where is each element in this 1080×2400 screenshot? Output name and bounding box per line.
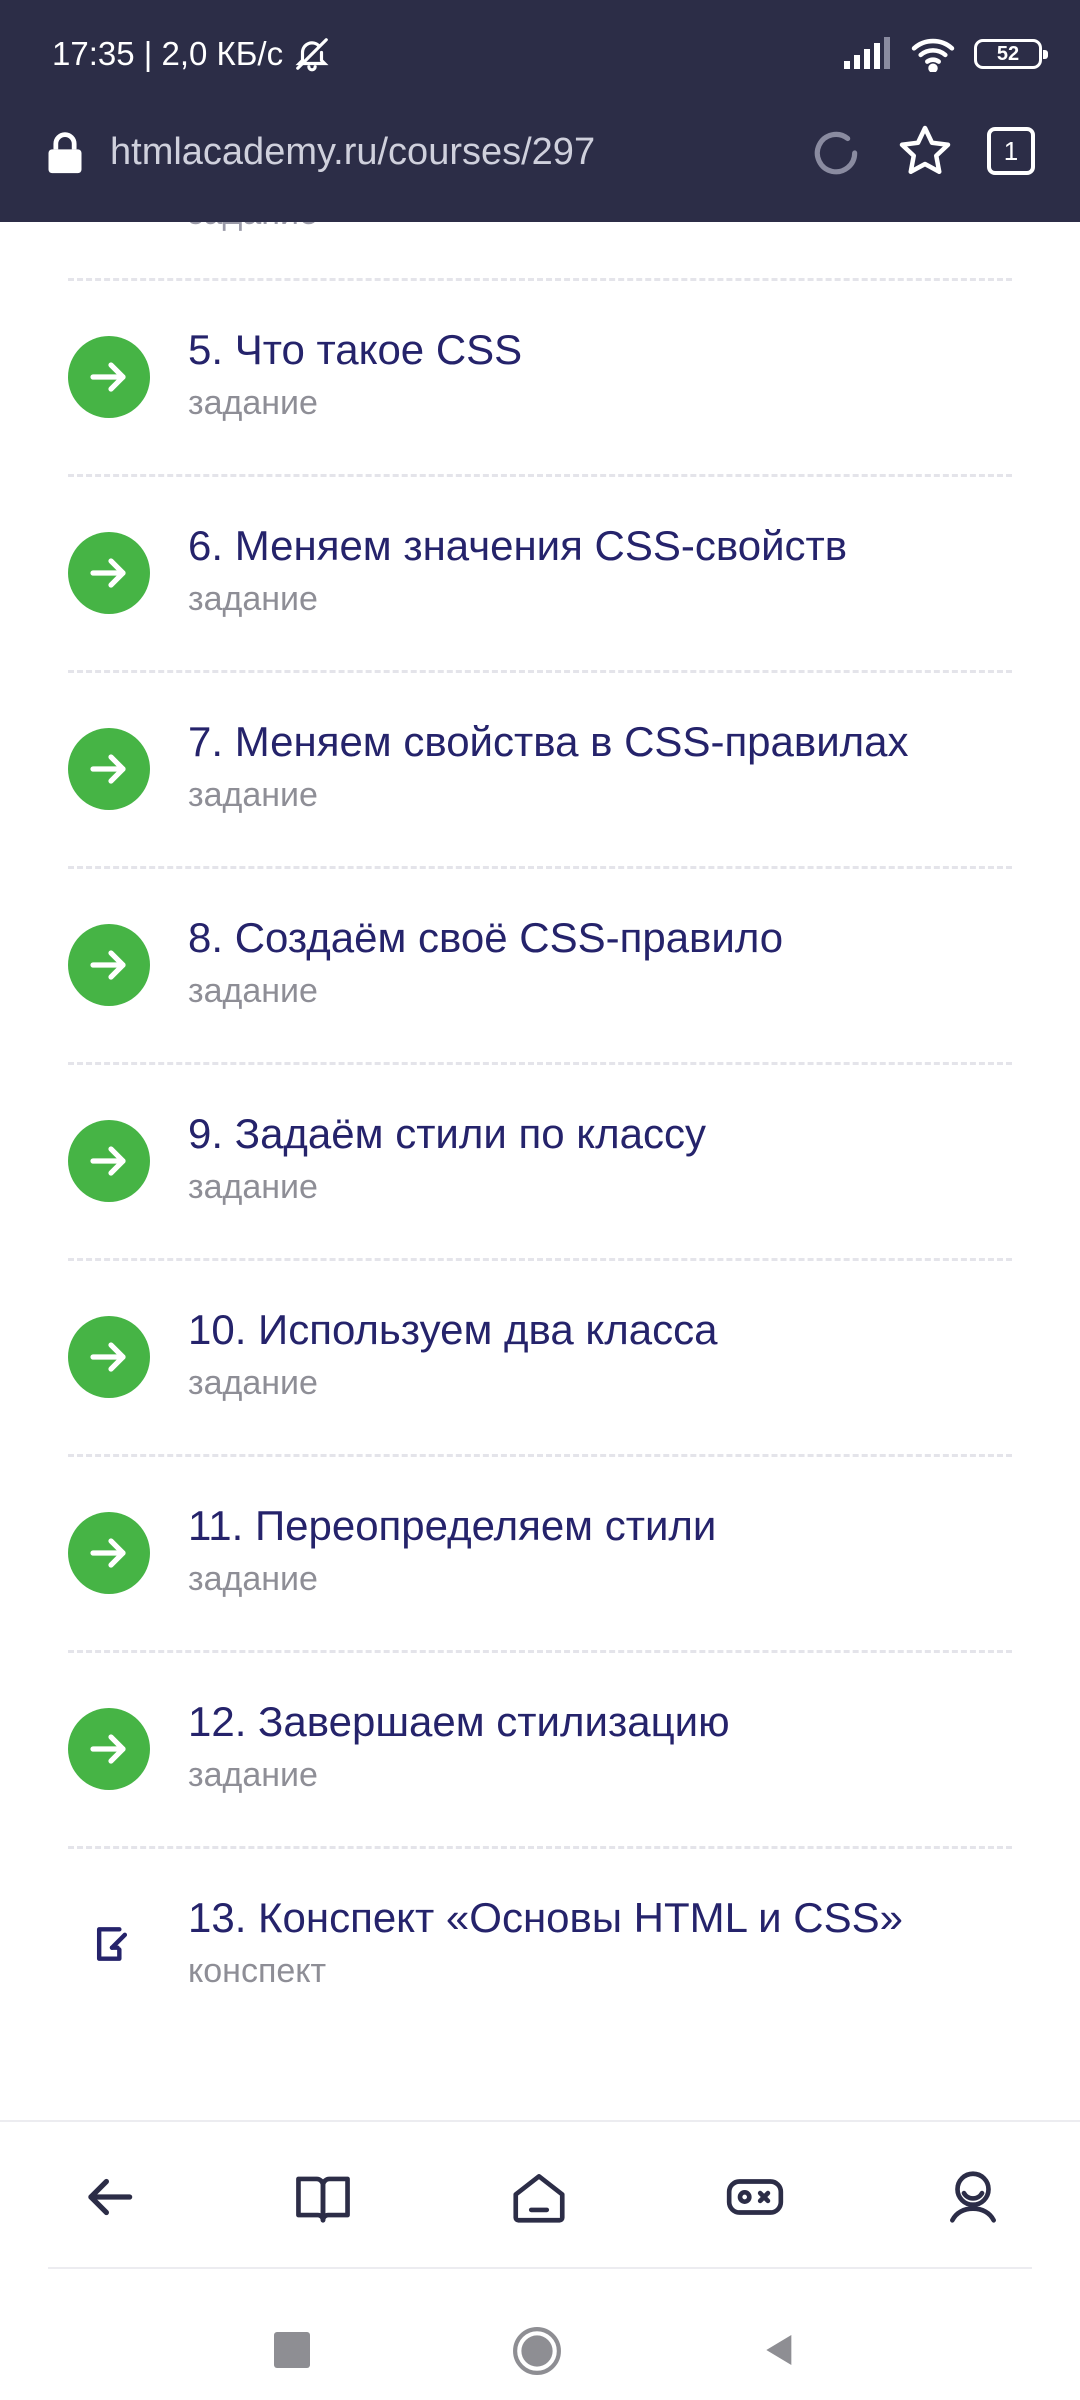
recents-icon[interactable]: [274, 2332, 310, 2368]
system-back-icon[interactable]: [758, 2330, 798, 2370]
lesson-type: задание: [188, 1560, 318, 1598]
lesson-status-circle: [68, 336, 150, 418]
arrow-right-icon: [90, 1146, 126, 1176]
lesson-type: задание: [188, 384, 318, 422]
list-item[interactable]: 6. Меняем значения CSS-свойств задание: [0, 476, 1080, 672]
back-arrow-icon[interactable]: [78, 2166, 140, 2228]
list-item[interactable]: 5. Что такое CSS задание: [0, 280, 1080, 476]
lesson-type: задание: [188, 972, 318, 1010]
lesson-status-circle: [68, 924, 150, 1006]
status-time-speed: 17:35 | 2,0 КБ/с: [52, 35, 284, 72]
lesson-title[interactable]: 13. Конспект «Основы HTML и CSS»: [188, 1894, 903, 1942]
lesson-type: задание: [188, 580, 318, 618]
lesson-type: задание: [188, 1168, 318, 1206]
lesson-status-circle: [68, 1512, 150, 1594]
lesson-status-circle: [68, 1708, 150, 1790]
arrow-right-icon: [90, 362, 126, 392]
arrow-right-icon: [90, 1342, 126, 1372]
lesson-type: задание: [188, 1756, 318, 1794]
signal-icon: [844, 37, 890, 69]
lesson-type: конспект: [188, 1952, 327, 1990]
arrow-right-icon: [90, 1734, 126, 1764]
list-item[interactable]: 11. Переопределяем стили задание: [0, 1456, 1080, 1652]
system-home-icon[interactable]: [512, 2326, 562, 2376]
status-bar-left: 17:35 | 2,0 КБ/с: [52, 30, 331, 78]
lesson-title[interactable]: 7. Меняем свойства в CSS-правилах: [188, 718, 909, 766]
lesson-status-circle: [68, 1120, 150, 1202]
lesson-status-circle: [68, 728, 150, 810]
home-icon[interactable]: [508, 2166, 570, 2228]
gamepad-icon[interactable]: [724, 2166, 786, 2228]
list-item[interactable]: 12. Завершаем стилизацию задание: [0, 1652, 1080, 1848]
lesson-title[interactable]: 12. Завершаем стилизацию: [188, 1698, 730, 1746]
list-item[interactable]: 7. Меняем свойства в CSS-правилах задани…: [0, 672, 1080, 868]
url-text[interactable]: htmlacademy.ru/courses/297: [110, 131, 595, 174]
list-item[interactable]: 9. Задаём стили по классу задание: [0, 1064, 1080, 1260]
list-item[interactable]: 13. Конспект «Основы HTML и CSS» конспек…: [0, 1848, 1080, 2044]
tab-count: 1: [1003, 135, 1019, 166]
address-bar[interactable]: htmlacademy.ru/courses/297 1: [0, 115, 1080, 193]
arrow-right-icon: [90, 558, 126, 588]
app-bottom-nav: [0, 2120, 1080, 2272]
system-nav-bar: [0, 2270, 1080, 2400]
battery-level: 52: [996, 42, 1020, 65]
lesson-title[interactable]: 10. Используем два класса: [188, 1306, 717, 1354]
lock-icon: [48, 132, 82, 174]
lesson-title[interactable]: 6. Меняем значения CSS-свойств: [188, 522, 847, 570]
bookmark-star-icon[interactable]: [895, 121, 955, 181]
lesson-title[interactable]: 11. Переопределяем стили: [188, 1502, 716, 1550]
arrow-right-icon: [90, 754, 126, 784]
lesson-title[interactable]: 8. Создаём своё CSS-правило: [188, 914, 783, 962]
partial-item-subtitle: задание: [188, 222, 318, 233]
arrow-right-icon: [90, 950, 126, 980]
nav-divider: [48, 2267, 1032, 2269]
loading-icon[interactable]: [808, 125, 864, 181]
lesson-status-circle: [68, 532, 150, 614]
bell-muted-icon: [295, 38, 329, 72]
battery-indicator: 52: [974, 39, 1048, 69]
list-item[interactable]: 10. Используем два класса задание: [0, 1260, 1080, 1456]
lesson-type: задание: [188, 1364, 318, 1402]
wifi-icon: [911, 38, 955, 72]
lesson-status-circle: [68, 1316, 150, 1398]
arrow-right-icon: [90, 1538, 126, 1568]
browser-top-bar: 17:35 | 2,0 КБ/с 52 htmlacademy.ru/cours…: [0, 0, 1080, 222]
status-bar-right: 52: [842, 30, 1048, 78]
lesson-list: задание 5. Что такое CSS задание 6. Меня…: [0, 222, 1080, 2122]
list-item[interactable]: 8. Создаём своё CSS-правило задание: [0, 868, 1080, 1064]
lesson-title[interactable]: 9. Задаём стили по классу: [188, 1110, 706, 1158]
lesson-title[interactable]: 5. Что такое CSS: [188, 326, 522, 374]
notes-icon: [96, 1927, 128, 1961]
profile-icon[interactable]: [942, 2166, 1004, 2228]
tabs-button[interactable]: 1: [987, 127, 1035, 175]
book-icon[interactable]: [292, 2166, 354, 2228]
lesson-type: задание: [188, 776, 318, 814]
